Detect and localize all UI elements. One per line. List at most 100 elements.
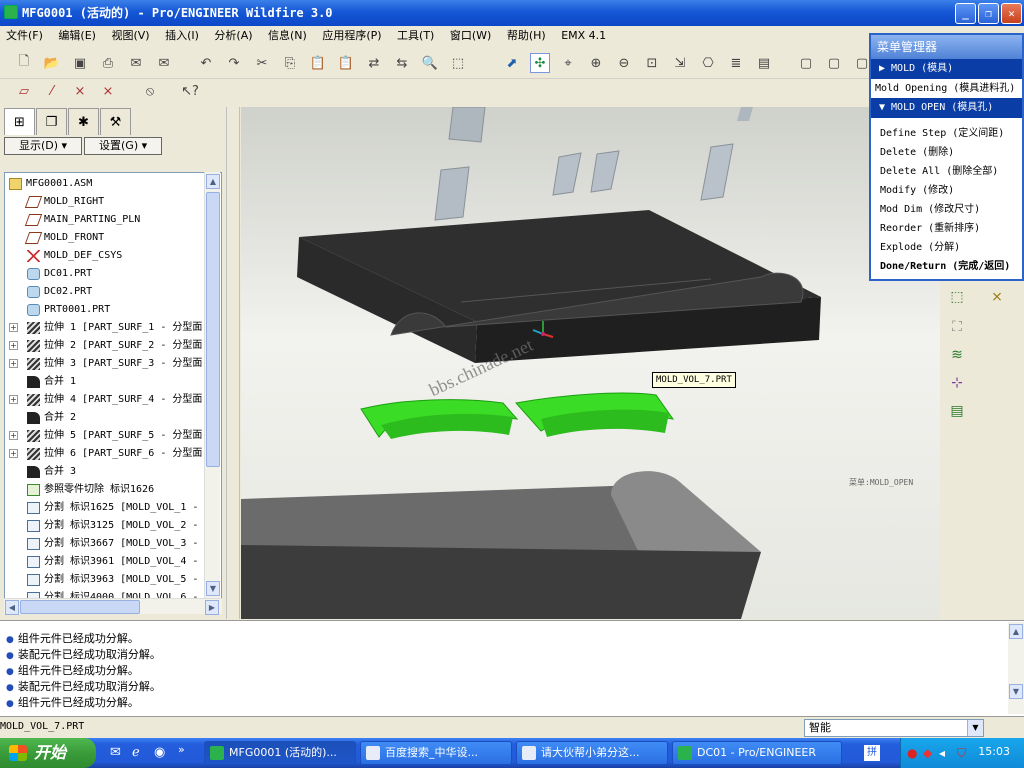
- zoom-out-icon[interactable]: ⊖: [614, 53, 634, 73]
- send-mail-icon[interactable]: ✉: [126, 53, 146, 73]
- save-icon[interactable]: ▣: [70, 53, 90, 73]
- datum-plane-display-icon[interactable]: ▱: [14, 81, 34, 101]
- quicklaunch-more-icon[interactable]: »: [178, 743, 185, 756]
- menu-mold-opening[interactable]: Mold Opening (模具进料孔): [871, 79, 1022, 98]
- tree-item[interactable]: + 拉伸 1 [PART_SURF_1 - 分型面: [5, 319, 205, 337]
- menu-file[interactable]: 文件(F): [0, 26, 49, 46]
- zoom-in-icon[interactable]: ⊕: [586, 53, 606, 73]
- parting-surface-icon[interactable]: ≋: [946, 347, 968, 367]
- tree-item[interactable]: 合并 2: [5, 409, 205, 427]
- datum-axis-display-icon[interactable]: ⁄: [42, 81, 62, 101]
- reorient-icon[interactable]: ⇲: [670, 53, 690, 73]
- menu-tools[interactable]: 工具(T): [391, 26, 440, 46]
- tree-item[interactable]: DC02.PRT: [5, 283, 205, 301]
- menu-window[interactable]: 窗口(W): [444, 26, 497, 46]
- context-help-icon[interactable]: ↖?: [180, 81, 200, 101]
- tree-item[interactable]: MFG0001.ASM: [5, 175, 205, 193]
- tree-item[interactable]: 合并 3: [5, 463, 205, 481]
- task-baidu[interactable]: 百度搜索_中华设...: [360, 741, 512, 765]
- menu-reorder[interactable]: Reorder (重新排序): [871, 219, 1022, 238]
- scroll-left-icon[interactable]: ◀: [5, 600, 19, 615]
- tree-item[interactable]: MAIN_PARTING_PLN: [5, 211, 205, 229]
- msg-scroll-down-icon[interactable]: ▼: [1009, 684, 1023, 699]
- navigator-sash[interactable]: [226, 107, 240, 619]
- task-proe-mfg[interactable]: MFG0001 (活动的)...: [204, 741, 356, 765]
- expand-icon[interactable]: +: [9, 323, 18, 332]
- selection-box-icon[interactable]: ⬚: [448, 53, 468, 73]
- tab-model-tree[interactable]: ⊞: [4, 108, 35, 135]
- menu-explode[interactable]: Explode (分解): [871, 238, 1022, 257]
- minimize-button[interactable]: _: [955, 3, 976, 24]
- mold-csys-icon[interactable]: ⨯: [986, 289, 1008, 309]
- tree-item[interactable]: + 拉伸 4 [PART_SURF_4 - 分型面: [5, 391, 205, 409]
- tray-shield-icon[interactable]: ⛉: [957, 746, 966, 761]
- menu-edit[interactable]: 编辑(E): [52, 26, 102, 46]
- send-link-icon[interactable]: ✉: [154, 53, 174, 73]
- menu-mod-dim[interactable]: Mod Dim (修改尺寸): [871, 200, 1022, 219]
- chevron-down-icon[interactable]: ▼: [967, 720, 983, 736]
- saved-views-icon[interactable]: ⎔: [698, 53, 718, 73]
- wireframe-icon[interactable]: ▢: [796, 53, 816, 73]
- tray-firewall-icon[interactable]: ◆: [923, 746, 932, 760]
- menu-applications[interactable]: 应用程序(P): [316, 26, 387, 46]
- open-file-icon[interactable]: 📂: [42, 53, 62, 73]
- menu-modify[interactable]: Modify (修改): [871, 181, 1022, 200]
- selection-filter[interactable]: 智能 ▼: [804, 719, 984, 737]
- tree-item[interactable]: MOLD_FRONT: [5, 229, 205, 247]
- start-button[interactable]: 开始: [0, 738, 96, 768]
- redo-icon[interactable]: ↷: [224, 53, 244, 73]
- orient-mode-icon[interactable]: ⌖: [558, 53, 578, 73]
- tree-item[interactable]: 参照零件切除 标识1626: [5, 481, 205, 499]
- quicklaunch-mail-icon[interactable]: ✉: [110, 745, 121, 760]
- cavity-layout-icon[interactable]: ⛶: [946, 319, 968, 339]
- input-method-icon[interactable]: 拼: [864, 745, 880, 761]
- settings-button[interactable]: 设置(G) ▾: [84, 137, 162, 155]
- expand-icon[interactable]: +: [9, 449, 18, 458]
- menu-analysis[interactable]: 分析(A): [208, 26, 258, 46]
- window-titlebar[interactable]: MFG0001 (活动的) - Pro/ENGINEER Wildfire 3.…: [0, 0, 1024, 26]
- expand-icon[interactable]: +: [9, 341, 18, 350]
- new-file-icon[interactable]: 🗋: [14, 53, 34, 73]
- split-volume-icon[interactable]: ⊹: [946, 375, 968, 395]
- scroll-right-icon[interactable]: ▶: [205, 600, 219, 615]
- menu-delete[interactable]: Delete (删除): [871, 143, 1022, 162]
- copy-icon[interactable]: ⎘: [280, 53, 300, 73]
- cut-icon[interactable]: ✂: [252, 53, 272, 73]
- view-manager-icon[interactable]: ▤: [754, 53, 774, 73]
- menu-define-step[interactable]: Define Step (定义间距): [871, 124, 1022, 143]
- csys-display-icon[interactable]: ⨯: [98, 81, 118, 101]
- tree-item[interactable]: 分割 标识3961 [MOLD_VOL_4 -: [5, 553, 205, 571]
- tree-horizontal-scrollbar[interactable]: ◀ ▶: [4, 598, 222, 615]
- tree-hscroll-thumb[interactable]: [20, 600, 140, 614]
- task-forum[interactable]: 请大伙帮小弟分这...: [516, 741, 668, 765]
- print-icon[interactable]: ⎙: [98, 53, 118, 73]
- scroll-up-icon[interactable]: ▲: [206, 174, 220, 189]
- repaint-icon[interactable]: ⬈: [502, 53, 522, 73]
- regen-manager-icon[interactable]: ⇆: [392, 53, 412, 73]
- regenerate-icon[interactable]: ⇄: [364, 53, 384, 73]
- spin-center-display-icon[interactable]: ⦸: [140, 81, 160, 101]
- spin-center-icon[interactable]: ✣: [530, 53, 550, 73]
- tree-item[interactable]: 分割 标识3667 [MOLD_VOL_3 -: [5, 535, 205, 553]
- paste-special-icon[interactable]: 📋: [336, 53, 356, 73]
- hidden-line-icon[interactable]: ▢: [824, 53, 844, 73]
- tray-volume-icon[interactable]: ◂: [939, 746, 945, 760]
- tree-item[interactable]: 合并 1: [5, 373, 205, 391]
- datum-point-display-icon[interactable]: ×: [70, 81, 90, 101]
- task-proe-dc01[interactable]: DC01 - Pro/ENGINEER: [672, 741, 842, 765]
- tree-item[interactable]: MOLD_DEF_CSYS: [5, 247, 205, 265]
- menu-delete-all[interactable]: Delete All (删除全部): [871, 162, 1022, 181]
- quicklaunch-media-icon[interactable]: ◉: [154, 745, 165, 760]
- show-button[interactable]: 显示(D) ▾: [4, 137, 82, 155]
- tree-vertical-scrollbar[interactable]: ▲ ▼: [204, 172, 220, 598]
- tree-item[interactable]: PRT0001.PRT: [5, 301, 205, 319]
- scroll-down-icon[interactable]: ▼: [206, 581, 220, 596]
- menu-info[interactable]: 信息(N): [262, 26, 313, 46]
- tray-antivirus-icon[interactable]: ●: [907, 746, 917, 760]
- expand-icon[interactable]: +: [9, 431, 18, 440]
- expand-icon[interactable]: +: [9, 359, 18, 368]
- menu-mold-section[interactable]: ▶ MOLD (模具): [871, 59, 1022, 79]
- tree-scroll-thumb[interactable]: [206, 192, 220, 467]
- menu-help[interactable]: 帮助(H): [501, 26, 552, 46]
- tree-item[interactable]: DC01.PRT: [5, 265, 205, 283]
